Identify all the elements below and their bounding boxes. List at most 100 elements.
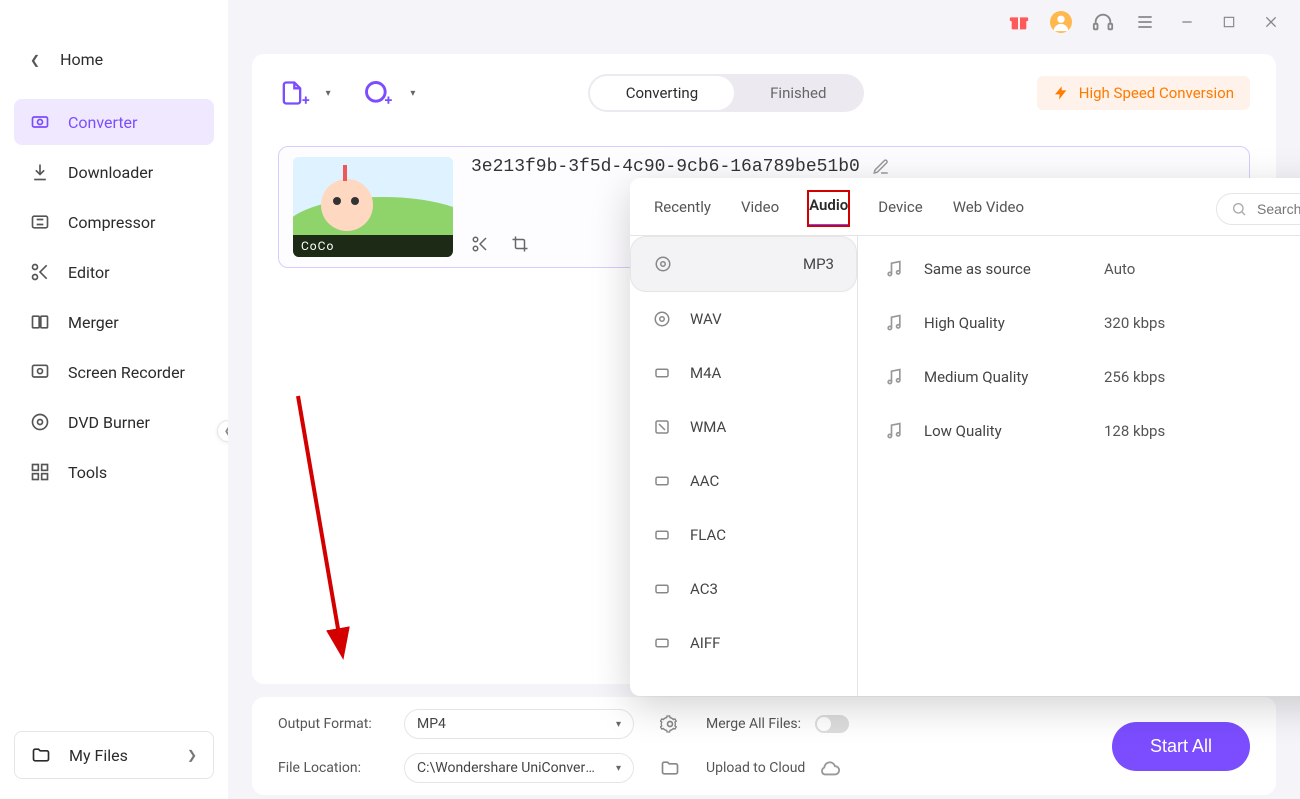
add-url-button[interactable]: + ▾ [363,79,416,107]
format-icon [652,471,672,491]
close-icon[interactable] [1260,11,1282,33]
format-tab-recently[interactable]: Recently [652,192,713,226]
merge-label: Merge All Files: [706,716,801,732]
scissors-icon [30,262,50,282]
format-icon [652,579,672,599]
format-icon [652,363,672,383]
high-speed-badge[interactable]: High Speed Conversion [1037,76,1250,110]
nav-home-label: Home [60,50,103,69]
nav-item-compressor[interactable]: Compressor [14,199,214,245]
music-icon [884,421,906,441]
thumb-brand: CoCo [293,235,453,257]
format-icon [652,309,672,329]
main-pane: + ▾ + ▾ Converting Finished [228,0,1300,799]
chevron-down-icon: ▾ [616,763,621,774]
nav-home[interactable]: ❮ Home [14,40,214,79]
format-icon [653,254,673,274]
sidebar: ❮ Home Converter Downloader Compressor [0,0,228,799]
file-thumbnail[interactable]: CoCo [293,157,453,257]
format-list: MP3 WAV M4A WMA AAC FLAC AC3 AIFF [630,236,858,696]
nav-item-converter[interactable]: Converter [14,99,214,145]
footer-bar: Output Format: MP4 ▾ Merge All Files: St… [252,697,1276,795]
nav-item-label: Editor [68,263,109,282]
merge-toggle[interactable] [815,715,849,733]
menu-icon[interactable] [1134,11,1156,33]
open-folder-icon[interactable] [650,758,690,778]
chevron-down-icon: ▾ [326,88,331,99]
format-tab-audio[interactable]: Audio [807,190,850,227]
headset-icon[interactable] [1092,11,1114,33]
edit-name-icon[interactable] [872,158,890,176]
music-icon [884,313,906,333]
format-icon [652,417,672,437]
add-file-button[interactable]: + ▾ [278,79,331,107]
nav-item-editor[interactable]: Editor [14,249,214,295]
nav-item-label: Merger [68,313,119,332]
disc-icon [30,412,50,432]
download-icon [30,162,50,182]
folder-icon [31,745,51,765]
format-item-aiff[interactable]: AIFF [630,616,857,670]
grid-icon [30,462,50,482]
titlebar [228,0,1300,44]
format-popup: Recently Video Audio Device Web Video MP… [630,178,1300,696]
gift-icon[interactable] [1008,11,1030,33]
cloud-icon[interactable] [819,757,841,779]
file-location-select[interactable]: C:\Wondershare UniConverter 1 ▾ [404,753,634,783]
upload-cloud-label: Upload to Cloud [706,760,805,776]
format-item-aac[interactable]: AAC [630,454,857,508]
file-location-label: File Location: [278,760,388,776]
minimize-icon[interactable] [1176,11,1198,33]
my-files-button[interactable]: My Files ❯ [14,731,214,779]
format-search[interactable] [1216,193,1300,225]
chevron-down-icon: ▾ [410,88,415,99]
nav-item-label: Screen Recorder [68,363,185,382]
file-location-value: C:\Wondershare UniConverter 1 [417,760,597,776]
toolbar: + ▾ + ▾ Converting Finished [278,74,1250,112]
avatar-icon[interactable] [1050,11,1072,33]
nav-item-label: Downloader [68,163,153,182]
format-tab-web-video[interactable]: Web Video [951,192,1026,226]
quality-item[interactable]: Low Quality128 kbps [858,404,1300,458]
merger-icon [30,312,50,332]
crop-icon[interactable] [511,235,529,253]
status-tabs: Converting Finished [588,74,865,112]
nav-item-dvd-burner[interactable]: DVD Burner [14,399,214,445]
output-format-select[interactable]: MP4 ▾ [404,709,634,739]
format-item-mp3[interactable]: MP3 [630,236,857,292]
nav-item-merger[interactable]: Merger [14,299,214,345]
quality-item[interactable]: Medium Quality256 kbps [858,350,1300,404]
screen-recorder-icon [30,362,50,382]
nav-item-tools[interactable]: Tools [14,449,214,495]
nav-item-label: Converter [68,113,137,132]
nav-item-screen-recorder[interactable]: Screen Recorder [14,349,214,395]
quality-item[interactable]: Same as sourceAuto [858,242,1300,296]
compressor-icon [30,212,50,232]
format-item-flac[interactable]: FLAC [630,508,857,562]
tab-finished[interactable]: Finished [734,76,862,110]
format-item-ac3[interactable]: AC3 [630,562,857,616]
nav-item-label: Compressor [68,213,155,232]
quality-item[interactable]: High Quality320 kbps [858,296,1300,350]
chevron-down-icon: ▾ [616,719,621,730]
format-tab-video[interactable]: Video [739,192,781,226]
format-item-wav[interactable]: WAV [630,292,857,346]
start-all-button[interactable]: Start All [1112,722,1250,771]
maximize-icon[interactable] [1218,11,1240,33]
format-item-m4a[interactable]: M4A [630,346,857,400]
file-name: 3e213f9b-3f5d-4c90-9cb6-16a789be51b0 [471,157,860,177]
output-settings-icon[interactable] [650,714,690,734]
converter-icon [30,112,50,132]
music-icon [884,367,906,387]
format-icon [652,633,672,653]
format-search-input[interactable] [1255,200,1300,218]
tab-converting[interactable]: Converting [590,76,734,110]
chevron-right-icon: ❯ [187,748,197,762]
format-tabs: Recently Video Audio Device Web Video [630,178,1300,227]
nav-item-label: DVD Burner [68,413,150,432]
format-tab-device[interactable]: Device [876,192,924,226]
trim-icon[interactable] [471,235,489,253]
nav-item-downloader[interactable]: Downloader [14,149,214,195]
output-format-value: MP4 [417,716,446,732]
format-item-wma[interactable]: WMA [630,400,857,454]
